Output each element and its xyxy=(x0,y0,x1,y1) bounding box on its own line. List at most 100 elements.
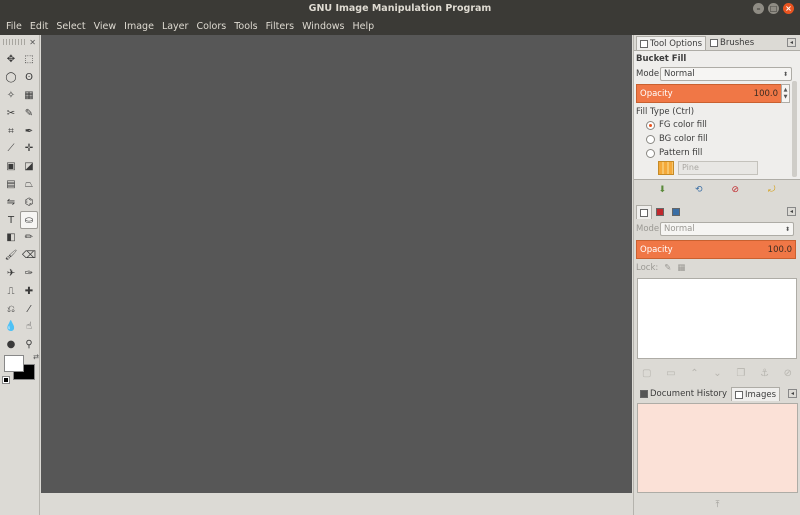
radio-bg-fill[interactable]: BG color fill xyxy=(634,132,800,146)
layers-mode-select[interactable]: Normal ⬍ xyxy=(660,222,794,236)
toolbox-close-icon[interactable]: ✕ xyxy=(29,38,36,47)
lower-layer-icon[interactable]: ⌄ xyxy=(713,368,721,379)
reset-options-icon[interactable]: ⤾ xyxy=(766,185,777,196)
lock-alpha-icon[interactable]: ▦ xyxy=(677,263,685,273)
delete-options-icon[interactable]: ⊘ xyxy=(730,185,741,196)
eraser-icon[interactable]: ⌫ xyxy=(20,247,38,265)
text-tool-icon[interactable]: T xyxy=(2,211,20,229)
close-button[interactable]: × xyxy=(783,3,794,14)
menu-file[interactable]: File xyxy=(2,18,26,35)
radio-fg-fill-dot[interactable] xyxy=(646,120,655,130)
images-menu-button[interactable]: ◂ xyxy=(788,389,797,398)
tool-options-scrollbar[interactable] xyxy=(792,81,797,177)
color-picker-icon[interactable]: ⁄ xyxy=(20,300,38,318)
restore-options-icon[interactable]: ⟲ xyxy=(693,185,704,196)
tab-layers[interactable] xyxy=(636,205,652,219)
rect-select-icon[interactable]: ⬚ xyxy=(20,51,38,69)
dodge-burn-icon[interactable]: ● xyxy=(2,336,20,354)
new-group-icon[interactable]: ▭ xyxy=(666,368,675,379)
menu-select[interactable]: Select xyxy=(52,18,89,35)
menu-image[interactable]: Image xyxy=(120,18,158,35)
perspective-icon[interactable]: ⏢ xyxy=(20,176,38,194)
menu-view[interactable]: View xyxy=(90,18,121,35)
menu-colors[interactable]: Colors xyxy=(192,18,230,35)
raise-image-icon[interactable]: ⤒ xyxy=(716,500,720,510)
pencil-icon[interactable]: ✏ xyxy=(20,229,38,247)
toolbox-grip[interactable] xyxy=(3,39,25,45)
tab-document-history[interactable]: Document History xyxy=(636,387,731,401)
lock-pixels-icon[interactable]: ✎ xyxy=(664,263,671,273)
tool-options-tabs: Tool Options Brushes ◂ xyxy=(634,35,800,50)
mode-select[interactable]: Normal ⬍ xyxy=(660,67,792,81)
paths-icon xyxy=(672,208,680,216)
bucket-fill-icon[interactable]: ⛀ xyxy=(20,211,38,229)
perspective-clone-icon[interactable]: ⎌ xyxy=(2,300,20,318)
gradient-icon[interactable]: ◧ xyxy=(2,229,20,247)
maximize-button[interactable]: □ xyxy=(768,3,779,14)
measure-icon[interactable]: ⟋ xyxy=(2,140,20,158)
zoom-icon[interactable]: ⚲ xyxy=(20,336,38,354)
delete-layer-icon[interactable]: ⊘ xyxy=(784,368,792,379)
reset-colors-icon[interactable] xyxy=(2,376,10,384)
menu-help[interactable]: Help xyxy=(349,18,379,35)
align-icon[interactable]: ✛ xyxy=(20,140,38,158)
layers-opacity-slider[interactable]: Opacity 100.0 xyxy=(636,240,796,259)
duplicate-layer-icon[interactable]: ❐ xyxy=(736,368,745,379)
radio-fg-fill[interactable]: FG color fill xyxy=(634,118,800,132)
toolbox: ✕ ✥ ⬚ ◯ ʘ ✧ ▦ ✂ ✎ ⌗ ✒ ⟋ ✛ ▣ ◪ ▤ ⏢ ⇋ ⌬ T ⛀ ◧ ✏ 🖌 ⌫ ✈ ✑ ⎍ ✚ ⎌ ⁄ 💧 ☝ ● ⚲ ⇄ xyxy=(0,35,40,515)
image-canvas[interactable] xyxy=(41,35,632,493)
tool-grid: ✥ ⬚ ◯ ʘ ✧ ▦ ✂ ✎ ⌗ ✒ ⟋ ✛ ▣ ◪ ▤ ⏢ ⇋ ⌬ T ⛀ ◧ ✏ 🖌 ⌫ ✈ ✑ ⎍ ✚ ⎌ ⁄ 💧 ☝ ● ⚲ xyxy=(0,49,39,356)
tab-tool-options[interactable]: Tool Options xyxy=(636,36,707,50)
tab-images[interactable]: Images xyxy=(730,387,781,401)
blur-icon[interactable]: 💧 xyxy=(2,318,20,336)
flip-icon[interactable]: ⇋ xyxy=(2,193,20,211)
radio-pattern-fill[interactable]: Pattern fill xyxy=(634,146,800,160)
shear-icon[interactable]: ▤ xyxy=(2,176,20,194)
swap-colors-icon[interactable]: ⇄ xyxy=(33,353,39,361)
menu-edit[interactable]: Edit xyxy=(26,18,52,35)
tool-options-icon xyxy=(640,39,648,48)
tab-brushes[interactable]: Brushes xyxy=(706,36,758,50)
menu-windows[interactable]: Windows xyxy=(298,18,348,35)
cage-icon[interactable]: ⌬ xyxy=(20,193,38,211)
ellipse-select-icon[interactable]: ◯ xyxy=(2,69,20,87)
paintbrush-icon[interactable]: 🖌 xyxy=(2,247,20,265)
menu-layer[interactable]: Layer xyxy=(158,18,193,35)
heal-icon[interactable]: ✚ xyxy=(20,282,38,300)
new-layer-icon[interactable]: ▢ xyxy=(642,368,651,379)
foreground-select-icon[interactable]: ✎ xyxy=(20,104,38,122)
menu-filters[interactable]: Filters xyxy=(262,18,298,35)
dock-menu-button[interactable]: ◂ xyxy=(787,38,796,47)
ink-icon[interactable]: ✑ xyxy=(20,265,38,283)
pattern-row: Pine xyxy=(634,160,800,175)
pattern-swatch[interactable] xyxy=(658,160,674,175)
layer-list[interactable] xyxy=(637,278,797,359)
select-by-color-icon[interactable]: ▦ xyxy=(20,87,38,105)
crop-icon[interactable]: ⌗ xyxy=(2,122,20,140)
tool-options-panel: Bucket Fill Mode: Normal ⬍ Opacity 100.0… xyxy=(634,50,800,180)
opacity-spinner[interactable]: ▲ ▼ xyxy=(781,84,790,103)
foreground-color-swatch[interactable] xyxy=(4,355,24,372)
scissors-select-icon[interactable]: ✂ xyxy=(2,104,20,122)
move-tool-icon[interactable]: ✥ xyxy=(2,51,20,69)
smudge-icon[interactable]: ☝ xyxy=(20,318,38,336)
tab-channels[interactable] xyxy=(652,205,668,219)
tab-paths[interactable] xyxy=(668,205,684,219)
opacity-slider[interactable]: Opacity 100.0 ▲ ▼ xyxy=(636,84,790,103)
radio-bg-fill-dot[interactable] xyxy=(646,134,655,144)
raise-layer-icon[interactable]: ⌃ xyxy=(690,368,698,379)
save-options-icon[interactable]: ⬇ xyxy=(657,185,668,196)
radio-pattern-fill-dot[interactable] xyxy=(646,148,655,158)
paths-icon[interactable]: ✒ xyxy=(20,122,38,140)
fuzzy-select-icon[interactable]: ✧ xyxy=(2,87,20,105)
layers-menu-button[interactable]: ◂ xyxy=(787,207,796,216)
free-select-icon[interactable]: ʘ xyxy=(20,69,38,87)
transform-icon[interactable]: ▣ xyxy=(2,158,20,176)
clone-icon[interactable]: ⎍ xyxy=(2,282,20,300)
scale-icon[interactable]: ◪ xyxy=(20,158,38,176)
images-list[interactable] xyxy=(637,403,798,493)
minimize-button[interactable]: – xyxy=(753,3,764,14)
menu-tools[interactable]: Tools xyxy=(230,18,261,35)
airbrush-icon[interactable]: ✈ xyxy=(2,265,20,283)
anchor-layer-icon[interactable]: ⚓ xyxy=(760,368,769,379)
